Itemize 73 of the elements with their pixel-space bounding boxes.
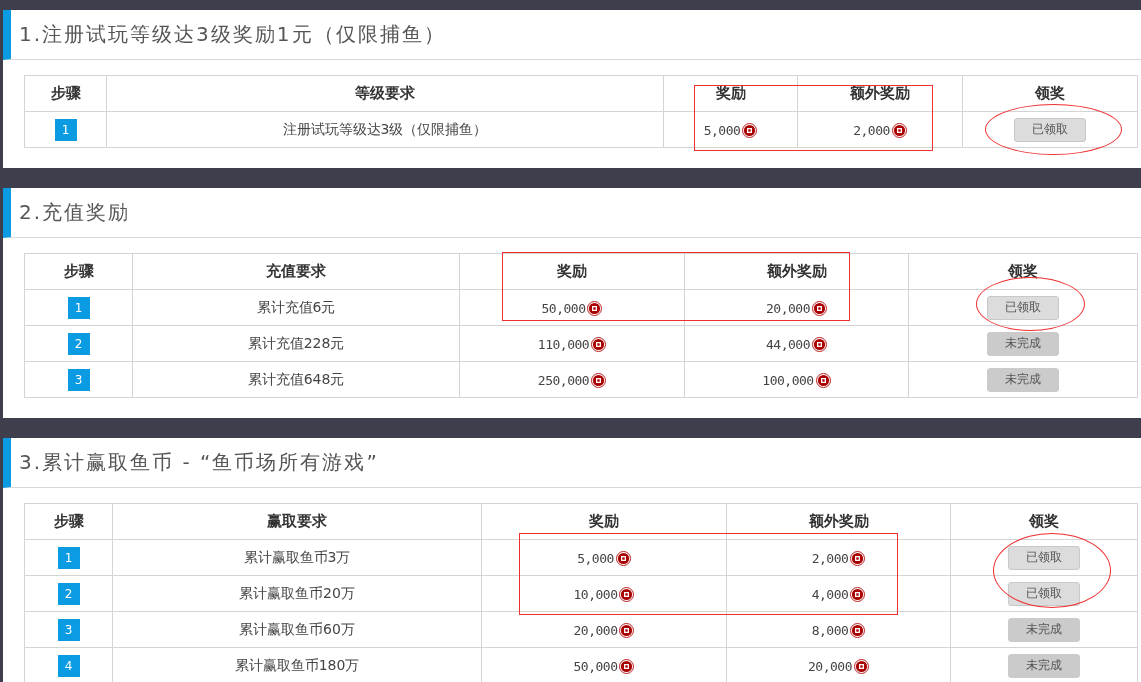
coin-icon [587,300,603,316]
claim-button[interactable]: 已领取 [1008,581,1080,606]
reward-amount: 5,000 [703,122,741,138]
column-header: 充值要求 [132,253,460,290]
claim-button[interactable]: 已领取 [1014,117,1086,142]
coin-icon [854,658,869,674]
requirement-cell: 累计赢取鱼币20万 [112,575,482,612]
coin-icon [615,550,631,566]
column-header: 领奖 [962,75,1138,112]
coin-icon [812,300,827,316]
claim-button[interactable]: 未完成 [1008,653,1080,678]
coin-icon [591,336,607,352]
requirement-cell: 累计充值648元 [132,361,460,398]
bonus-amount: 100,000 [762,372,814,388]
reward-amount: 50,000 [541,300,586,316]
column-header: 奖励 [481,503,727,540]
requirement-cell: 注册试玩等级达3级（仅限捕鱼） [106,111,664,148]
claim-button[interactable]: 已领取 [987,295,1059,320]
bonus-amount: 8,000 [811,622,849,638]
section-title: 3.累计赢取鱼币 - “鱼币场所有游戏” [3,438,1141,488]
coin-icon [619,658,635,674]
step-number: 2 [57,582,80,605]
step-number: 3 [67,368,90,391]
section-title: 2.充值奖励 [3,188,1141,238]
reward-amount: 10,000 [573,586,618,602]
bonus-amount: 20,000 [766,300,810,316]
coin-icon [850,586,866,602]
column-header: 赢取要求 [112,503,482,540]
column-header: 领奖 [908,253,1138,290]
coin-icon [619,622,635,638]
claim-button[interactable]: 已领取 [1008,545,1080,570]
column-header: 等级要求 [106,75,664,112]
step-number: 1 [67,296,90,319]
coin-icon [891,122,907,138]
step-number: 4 [57,654,80,677]
column-header: 额外奖励 [684,253,909,290]
reward-amount: 20,000 [573,622,618,638]
claim-button[interactable]: 未完成 [987,367,1059,392]
step-number: 1 [54,118,77,141]
column-header: 额外奖励 [726,503,951,540]
step-number: 1 [57,546,80,569]
requirement-cell: 累计充值6元 [132,289,460,326]
reward-amount: 5,000 [577,550,614,566]
claim-button[interactable]: 未完成 [1008,617,1080,642]
column-header: 额外奖励 [797,75,963,112]
column-header: 步骤 [24,503,113,540]
reward-amount: 50,000 [573,658,618,674]
bonus-amount: 20,000 [808,658,852,674]
coin-icon [619,586,635,602]
column-header: 领奖 [950,503,1138,540]
column-header: 奖励 [663,75,798,112]
column-header: 步骤 [24,75,107,112]
reward-amount: 110,000 [537,336,590,352]
reward-amount: 250,000 [537,372,590,388]
coin-icon [812,336,827,352]
coin-icon [591,372,607,388]
claim-button[interactable]: 未完成 [987,331,1059,356]
coin-icon [742,122,758,138]
requirement-cell: 累计赢取鱼币3万 [112,539,482,576]
coin-icon [850,622,866,638]
bonus-amount: 2,000 [853,122,890,138]
section-title: 1.注册试玩等级达3级奖励1元（仅限捕鱼） [3,10,1141,60]
column-header: 步骤 [24,253,133,290]
step-number: 3 [57,618,80,641]
requirement-cell: 累计充值228元 [132,325,460,362]
step-number: 2 [67,332,90,355]
column-header: 奖励 [459,253,685,290]
bonus-amount: 4,000 [811,586,849,602]
coin-icon [850,550,866,566]
coin-icon [815,372,831,388]
requirement-cell: 累计赢取鱼币60万 [112,611,482,648]
bonus-amount: 2,000 [811,550,849,566]
bonus-amount: 44,000 [766,336,810,352]
